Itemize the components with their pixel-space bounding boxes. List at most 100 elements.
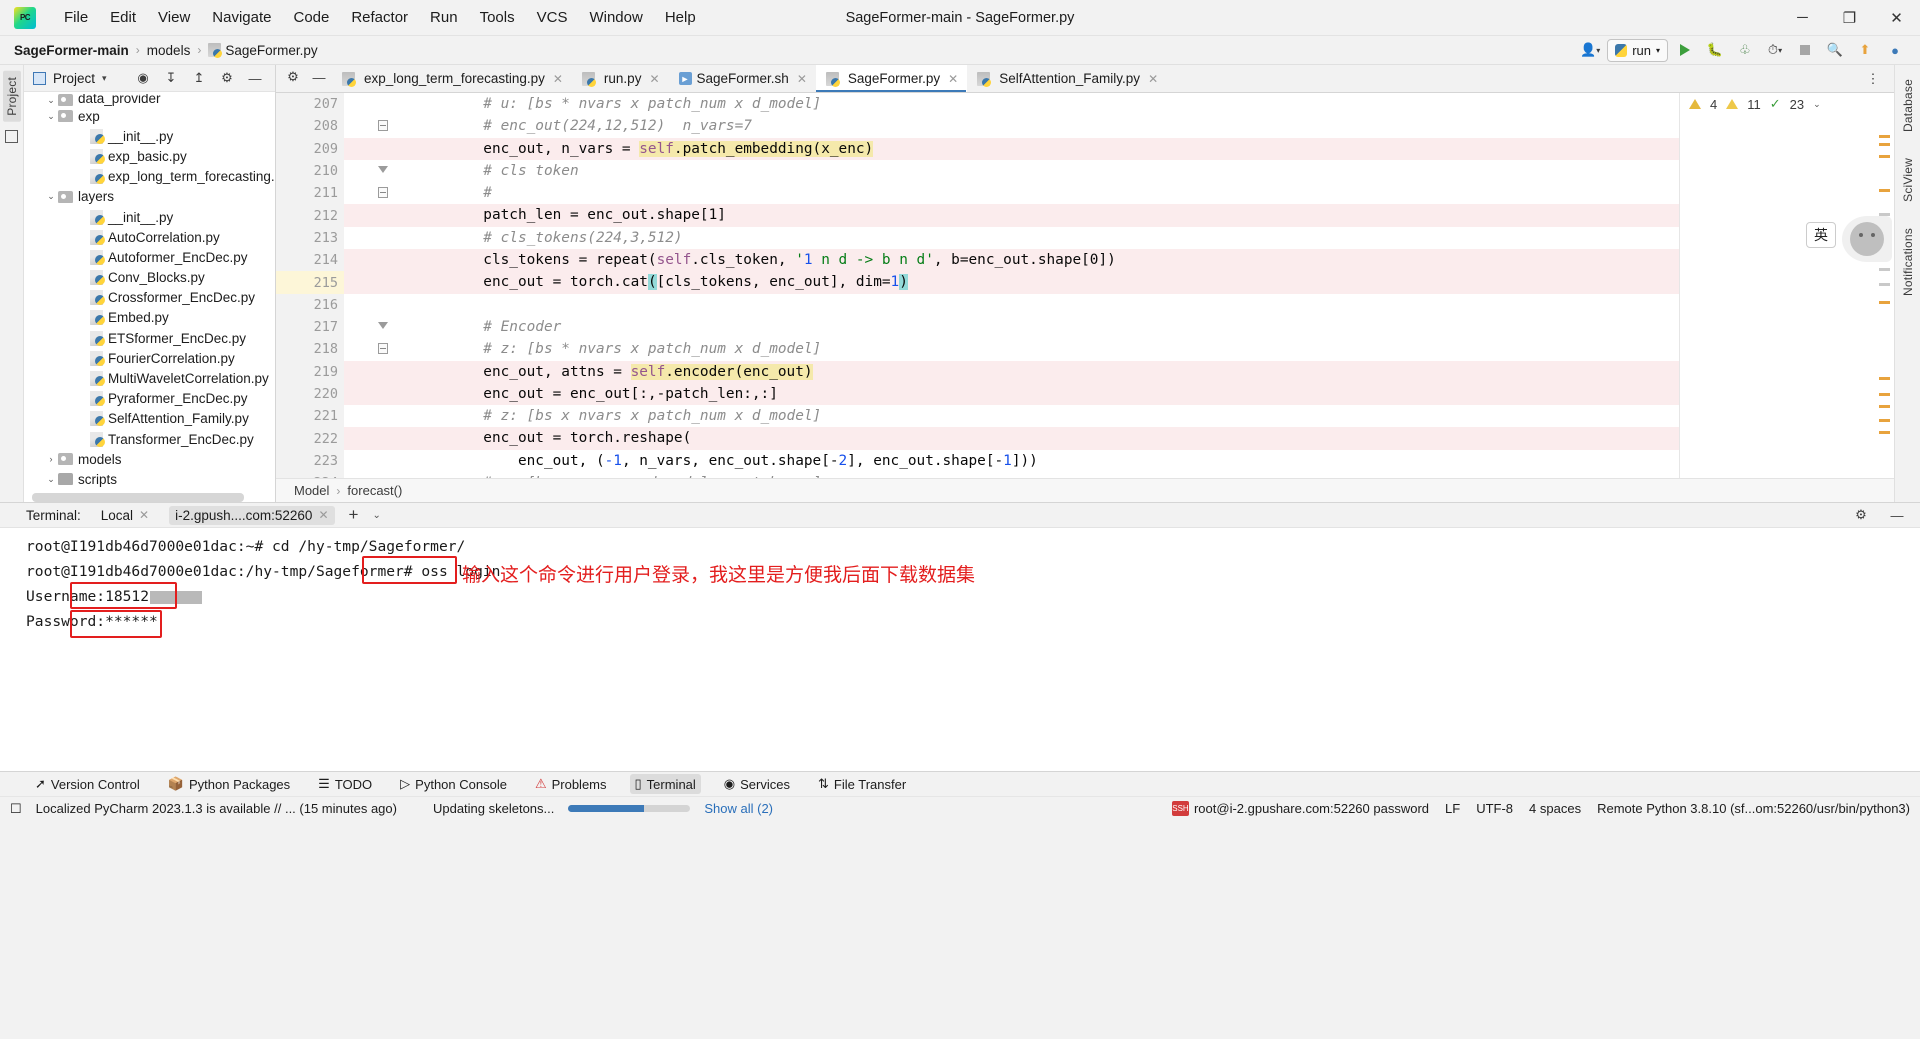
tree-item---init---py[interactable]: __init__.py: [24, 126, 275, 146]
code-line-220[interactable]: enc_out = enc_out[:,-patch_len:,:]: [344, 382, 1679, 406]
inspection-mark[interactable]: [1879, 419, 1890, 422]
tab-sageformer-py[interactable]: SageFormer.py ✕: [815, 65, 968, 92]
code-line-207[interactable]: # u: [bs * nvars x patch_num x d_model]: [344, 93, 1679, 115]
hide-panel-icon[interactable]: —: [242, 66, 268, 90]
breadcrumb-folder[interactable]: models: [147, 43, 191, 58]
update-icon[interactable]: ⬆: [1852, 38, 1878, 62]
tree-horizontal-scrollbar[interactable]: [32, 493, 244, 502]
terminal-output[interactable]: root@I191db46d7000e01dac:~# cd /hy-tmp/S…: [0, 528, 1920, 771]
gutter-line-213[interactable]: 213: [276, 227, 344, 249]
maximize-button[interactable]: ❐: [1826, 0, 1873, 36]
code-line-218[interactable]: # z: [bs * nvars x patch_num x d_model]: [344, 338, 1679, 360]
breadcrumb-file[interactable]: SageFormer.py: [208, 43, 318, 58]
code-line-210[interactable]: # cls token: [344, 160, 1679, 182]
profile-icon[interactable]: ⏱ ▾: [1762, 38, 1788, 62]
code-line-221[interactable]: # z: [bs x nvars x patch_num x d_model]: [344, 405, 1679, 427]
tree-item-scripts[interactable]: ⌄ scripts: [24, 469, 275, 489]
chevron-down-icon[interactable]: ⌄: [44, 111, 58, 122]
gutter-line-212[interactable]: 212: [276, 204, 366, 226]
code-line-213[interactable]: # cls_tokens(224,3,512): [344, 227, 1679, 249]
chevron-down-icon[interactable]: ⌄: [44, 474, 58, 485]
tree-item-etsformer-encdec-py[interactable]: ETSformer_EncDec.py: [24, 328, 275, 348]
tool-terminal[interactable]: ▯ Terminal: [629, 774, 701, 794]
file-encoding[interactable]: UTF-8: [1476, 801, 1513, 816]
breadcrumb-method[interactable]: forecast(): [347, 483, 402, 498]
close-button[interactable]: ✕: [1873, 0, 1920, 36]
assistant-avatar[interactable]: [1842, 216, 1892, 262]
tool-version-control[interactable]: ➚ Version Control: [30, 774, 145, 794]
project-file-tree[interactable]: ⌄ data_provider ⌄ exp __init__.py exp_basic.p…: [24, 92, 275, 502]
gutter-line-208[interactable]: 208: [276, 115, 388, 137]
python-interpreter[interactable]: Remote Python 3.8.10 (sf...om:52260/usr/…: [1597, 801, 1910, 816]
breadcrumb-class[interactable]: Model: [294, 483, 329, 498]
search-icon[interactable]: 🔍: [1822, 38, 1848, 62]
tree-item-crossformer-encdec-py[interactable]: Crossformer_EncDec.py: [24, 288, 275, 308]
tool-todo[interactable]: ☰ TODO: [313, 774, 377, 794]
close-icon[interactable]: ✕: [139, 508, 149, 522]
gutter-line-214[interactable]: 214: [276, 249, 366, 271]
menu-help[interactable]: Help: [655, 5, 706, 30]
inspection-mark[interactable]: [1879, 189, 1890, 192]
tree-item-conv-blocks-py[interactable]: Conv_Blocks.py: [24, 268, 275, 288]
chevron-down-icon[interactable]: ⌄: [44, 95, 58, 106]
close-tab-icon[interactable]: ✕: [649, 72, 659, 86]
hide-editor-icon[interactable]: —: [306, 65, 332, 89]
chevron-right-icon[interactable]: ›: [44, 454, 58, 464]
lock-icon[interactable]: ☐: [10, 801, 22, 817]
tool-file-transfer[interactable]: ⇅ File Transfer: [813, 774, 911, 794]
tree-item-data-provider[interactable]: ⌄ data_provider: [24, 94, 275, 106]
gutter-line-215[interactable]: 215: [276, 271, 366, 294]
inspection-mark[interactable]: [1879, 393, 1890, 396]
run-configuration-selector[interactable]: run ▾: [1607, 38, 1668, 62]
status-message[interactable]: Localized PyCharm 2023.1.3 is available …: [36, 801, 397, 816]
terminal-tab-session[interactable]: i-2.gpush....com:52260 ✕: [169, 505, 335, 525]
close-icon[interactable]: ✕: [318, 508, 328, 522]
line-separator[interactable]: LF: [1445, 801, 1460, 816]
tab-sageformer-sh[interactable]: ► SageFormer.sh ✕: [669, 65, 816, 92]
gutter-line-209[interactable]: 209: [276, 138, 366, 160]
menu-tools[interactable]: Tools: [470, 5, 525, 30]
chevron-down-icon[interactable]: ⌄: [372, 510, 380, 521]
close-tab-icon[interactable]: ✕: [797, 72, 807, 86]
ssh-session-indicator[interactable]: SSH root@i-2.gpushare.com:52260 password: [1171, 801, 1429, 816]
inspection-mark[interactable]: [1879, 268, 1890, 271]
pin-tab-icon[interactable]: ⚙: [280, 65, 306, 89]
gutter-line-216[interactable]: 216: [276, 294, 344, 316]
debug-icon[interactable]: 🐛: [1702, 38, 1728, 62]
chevron-down-icon[interactable]: ⌄: [1813, 99, 1821, 110]
chevron-down-icon[interactable]: ⌄: [44, 191, 58, 202]
code-line-223[interactable]: enc_out, (-1, n_vars, enc_out.shape[-2],…: [344, 450, 1679, 472]
chevron-down-icon[interactable]: ▾: [102, 73, 107, 84]
tool-problems[interactable]: ⚠ Problems: [530, 774, 612, 794]
ime-indicator[interactable]: 英: [1806, 222, 1836, 248]
code-line-211[interactable]: #: [344, 182, 1679, 204]
gutter-line-218[interactable]: 218: [276, 338, 388, 360]
close-tab-icon[interactable]: ✕: [948, 72, 958, 86]
tab-selfattention-family[interactable]: SelfAttention_Family.py ✕: [967, 65, 1167, 92]
code-line-208[interactable]: # enc_out(224,12,512) n_vars=7: [344, 115, 1679, 137]
select-opened-file-icon[interactable]: ◉: [130, 66, 156, 90]
code-line-219[interactable]: enc_out, attns = self.encoder(enc_out): [344, 360, 1679, 383]
sidebar-item-sciview[interactable]: SciView: [1899, 152, 1917, 208]
stop-icon[interactable]: [1792, 38, 1818, 62]
gutter-line-217[interactable]: 217: [276, 316, 388, 338]
gutter-line-207[interactable]: 207: [276, 93, 344, 115]
code-line-209[interactable]: enc_out, n_vars = self.patch_embedding(x…: [344, 137, 1679, 160]
code-line-224[interactable]: # z: [bs x nvars x d_model x patch_num]: [344, 472, 1679, 478]
more-options-icon[interactable]: ⋮: [1860, 67, 1886, 91]
code-line-216[interactable]: [344, 294, 1679, 316]
close-tab-icon[interactable]: ✕: [553, 72, 563, 86]
tree-item-exp-basic-py[interactable]: exp_basic.py: [24, 146, 275, 166]
hide-panel-icon[interactable]: —: [1884, 503, 1910, 527]
inspection-mark[interactable]: [1879, 377, 1890, 380]
tree-item-autocorrelation-py[interactable]: AutoCorrelation.py: [24, 227, 275, 247]
menu-view[interactable]: View: [148, 5, 200, 30]
tree-item-multiwaveletcorrelation-py[interactable]: MultiWaveletCorrelation.py: [24, 368, 275, 388]
inspection-mark[interactable]: [1879, 301, 1890, 304]
inspection-mark[interactable]: [1879, 283, 1890, 286]
inspection-mark[interactable]: [1879, 431, 1890, 434]
menu-vcs[interactable]: VCS: [527, 5, 578, 30]
settings-gear-icon[interactable]: ⚙: [1848, 503, 1874, 527]
tab-exp-long-term-forecasting[interactable]: exp_long_term_forecasting.py ✕: [332, 65, 572, 92]
tab-run-py[interactable]: run.py ✕: [572, 65, 669, 92]
